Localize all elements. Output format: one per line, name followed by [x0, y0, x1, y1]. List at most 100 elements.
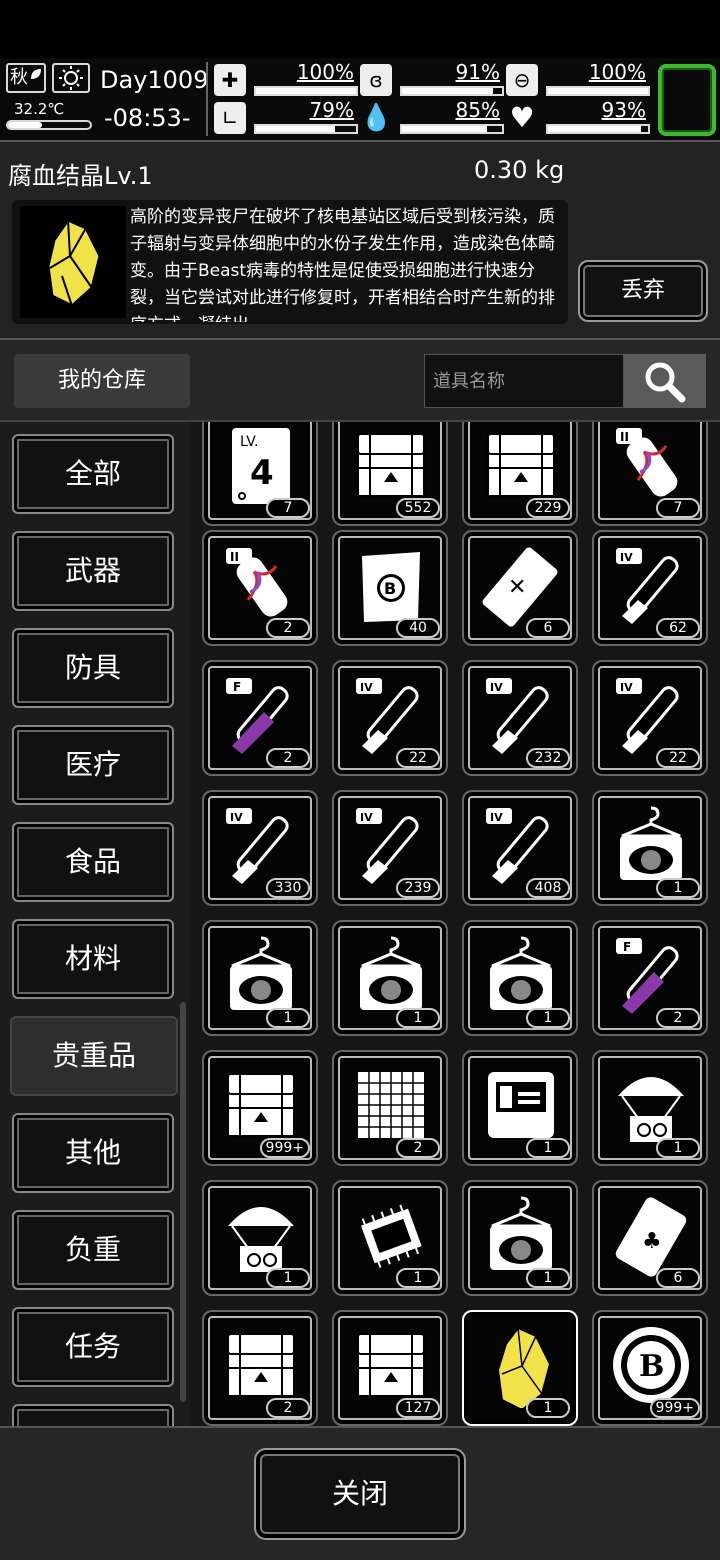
- thermometer-fill: [8, 122, 43, 128]
- item-slot[interactable]: 1: [462, 920, 578, 1036]
- item-slot[interactable]: IV 239: [332, 790, 448, 906]
- item-name: 腐血结晶Lv.1: [8, 162, 153, 190]
- item-slot[interactable]: 1: [332, 1180, 448, 1296]
- item-slot[interactable]: II 2: [202, 530, 318, 646]
- item-count-badge: 127: [396, 1398, 440, 1418]
- test-tube-icon: IV: [616, 548, 679, 624]
- stat-bar: [400, 124, 504, 134]
- season-indicator: 秋: [6, 63, 46, 93]
- discard-button[interactable]: 丢弃: [578, 260, 708, 322]
- item-slot[interactable]: IV 408: [462, 790, 578, 906]
- stat-value: 93%: [601, 98, 646, 122]
- item-slot[interactable]: B 999+: [592, 1310, 708, 1426]
- stat-bar-fill: [256, 126, 335, 132]
- category-load[interactable]: 负重: [12, 1210, 174, 1290]
- item-slot[interactable]: 1: [462, 1180, 578, 1296]
- svg-text:IV: IV: [360, 811, 373, 824]
- item-slot[interactable]: B 40: [332, 530, 448, 646]
- test-tube-purple-icon: F: [226, 678, 289, 754]
- item-slot[interactable]: II 7: [592, 422, 708, 526]
- close-button[interactable]: 关闭: [254, 1448, 466, 1540]
- item-slot[interactable]: 552: [332, 422, 448, 526]
- stat-value: 79%: [309, 98, 354, 122]
- category-all[interactable]: 全部: [12, 434, 174, 514]
- item-slot[interactable]: IV 22: [332, 660, 448, 776]
- item-slot[interactable]: ♣ 6: [592, 1180, 708, 1296]
- item-count-badge: 6: [526, 618, 570, 638]
- item-grid[interactable]: LV. 4 7 552 229 II 7 II 2 B 40 ✕ 6 IV 62 F 2 IV 22 IV 232 IV 2…: [190, 422, 720, 1426]
- category-armor[interactable]: 防具: [12, 628, 174, 708]
- item-slot[interactable]: LV. 4 7: [202, 422, 318, 526]
- status-bar: 秋 32.2℃ Day1009 -08:53- ✚ 100% ɞ 91% ⊖ 1…: [0, 58, 720, 140]
- item-count-badge: 22: [396, 748, 440, 768]
- category-more[interactable]: [12, 1404, 174, 1426]
- item-slot[interactable]: 999+: [202, 1050, 318, 1166]
- stomach-icon: ɞ: [360, 64, 392, 96]
- item-image: [20, 206, 126, 318]
- item-slot[interactable]: 1: [592, 790, 708, 906]
- day-counter: Day1009: [100, 66, 209, 94]
- item-slot[interactable]: IV 22: [592, 660, 708, 776]
- category-materials[interactable]: 材料: [12, 919, 174, 999]
- category-valuables[interactable]: 贵重品: [10, 1016, 178, 1096]
- item-slot[interactable]: IV 232: [462, 660, 578, 776]
- item-slot[interactable]: 1: [202, 920, 318, 1036]
- item-slot[interactable]: ✕ 6: [462, 530, 578, 646]
- sidebar-scrollbar[interactable]: [180, 1002, 186, 1402]
- item-count-badge: 1: [656, 1138, 700, 1158]
- item-count-badge: 999+: [649, 1398, 700, 1418]
- item-count-badge: 1: [396, 1008, 440, 1028]
- item-slot[interactable]: 1: [202, 1180, 318, 1296]
- season-label: 秋: [10, 67, 28, 88]
- stat-bar-fill: [402, 126, 487, 132]
- boot-icon: ∟: [214, 102, 246, 134]
- item-count-badge: 1: [526, 1268, 570, 1288]
- item-slot[interactable]: 2: [332, 1050, 448, 1166]
- item-slot[interactable]: 127: [332, 1310, 448, 1426]
- footer-bar: 关闭: [0, 1426, 720, 1560]
- category-medical[interactable]: 医疗: [12, 725, 174, 805]
- item-slot[interactable]: 1: [462, 1050, 578, 1166]
- item-count-badge: 2: [396, 1138, 440, 1158]
- item-slot[interactable]: 1: [332, 920, 448, 1036]
- item-slot[interactable]: F2: [202, 660, 318, 776]
- stat-value: 91%: [455, 60, 500, 84]
- item-slot[interactable]: 1: [592, 1050, 708, 1166]
- svg-text:IV: IV: [620, 681, 633, 694]
- item-slot[interactable]: IV 62: [592, 530, 708, 646]
- item-count-badge: 2: [266, 748, 310, 768]
- test-tube-purple-icon: F: [616, 938, 679, 1014]
- item-slot[interactable]: IV 330: [202, 790, 318, 906]
- svg-text:✕: ✕: [508, 575, 526, 600]
- coin-icon: B: [613, 1327, 689, 1403]
- item-slot[interactable]: F2: [592, 920, 708, 1036]
- search-button[interactable]: [624, 354, 706, 408]
- category-weapons[interactable]: 武器: [12, 531, 174, 611]
- item-slot[interactable]: 1: [462, 1310, 578, 1426]
- item-count-badge: 22: [656, 748, 700, 768]
- item-count-badge: 40: [396, 618, 440, 638]
- stat-mood: ♥ 93%: [506, 98, 650, 136]
- stat-bar: [254, 124, 358, 134]
- item-slot[interactable]: 2: [202, 1310, 318, 1426]
- costume-icon: [360, 936, 422, 1010]
- category-sidebar[interactable]: 全部 武器 防具 医疗 食品 材料 贵重品 其他 负重 任务: [0, 422, 190, 1426]
- category-other[interactable]: 其他: [12, 1113, 174, 1193]
- airdrop-icon: [228, 1207, 294, 1272]
- category-quests[interactable]: 任务: [12, 1307, 174, 1387]
- item-count-badge: 330: [266, 878, 310, 898]
- item-description: 高阶的变异丧尸在破坏了核电基站区域后受到核污染，质子辐射与变异体细胞中的水份子发…: [130, 207, 555, 322]
- test-tube-icon: IV: [356, 678, 419, 754]
- item-search-input[interactable]: [424, 354, 624, 408]
- stat-bar-fill: [548, 126, 641, 132]
- category-food[interactable]: 食品: [12, 822, 174, 902]
- search-icon: [645, 362, 686, 403]
- quick-slot[interactable]: [658, 64, 716, 136]
- my-warehouse-button[interactable]: 我的仓库: [14, 354, 190, 408]
- svg-text:B: B: [639, 1349, 664, 1384]
- item-slot[interactable]: 229: [462, 422, 578, 526]
- test-tube-icon: IV: [486, 808, 549, 884]
- water-drop-icon: 💧: [360, 103, 393, 133]
- svg-text:F: F: [623, 940, 631, 954]
- stat-medicine: ⊖ 100%: [506, 60, 650, 98]
